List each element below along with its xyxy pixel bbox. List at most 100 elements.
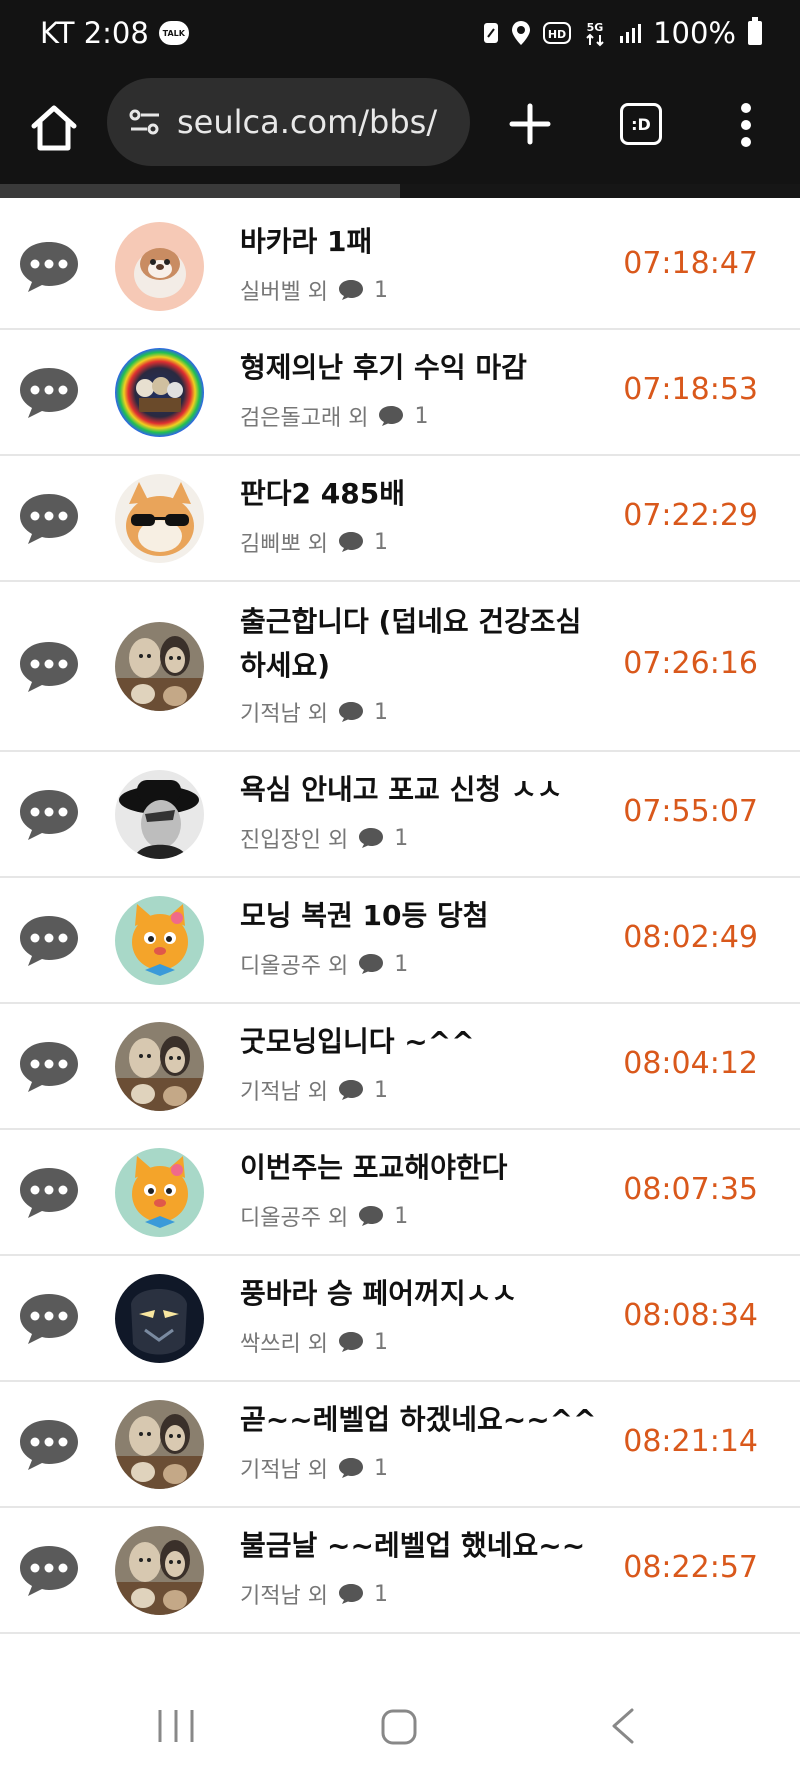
post-title[interactable]: 바카라 1패 <box>240 220 600 264</box>
post-author: 디올공주 외 <box>240 954 349 979</box>
comment-icon <box>338 532 363 552</box>
post-meta: 디올공주 외 1 <box>240 1200 408 1232</box>
post-author: 실버벨 외 <box>240 280 328 305</box>
avatar[interactable] <box>115 348 204 437</box>
post-title[interactable]: 이번주는 포교해야한다 <box>240 1146 600 1190</box>
avatar[interactable] <box>115 1274 204 1363</box>
comment-count: 1 <box>394 1203 409 1229</box>
post-title[interactable]: 굿모닝입니다 ~^^ <box>240 1020 600 1064</box>
comment-bubble-icon <box>16 638 82 694</box>
comment-icon <box>379 406 404 426</box>
post-time: 07:55:07 <box>623 794 758 829</box>
post-row[interactable]: 판다2 485배 김삐뽀 외 1 07:22:29 <box>0 456 800 582</box>
post-title[interactable]: 욕심 안내고 포교 신청 ㅅㅅ <box>240 768 600 812</box>
avatar[interactable] <box>115 622 204 711</box>
post-time: 08:22:57 <box>623 1550 758 1585</box>
comment-count: 1 <box>373 1455 388 1481</box>
post-title[interactable]: 불금날 ~~레벨업 했네요~~ <box>240 1524 600 1568</box>
post-row[interactable]: 이번주는 포교해야한다 디올공주 외 1 08:07:35 <box>0 1130 800 1256</box>
post-row[interactable]: 바카라 1패 실버벨 외 1 07:18:47 <box>0 204 800 330</box>
comment-icon <box>359 1206 384 1226</box>
comment-icon <box>338 1458 363 1478</box>
post-author: 진입장인 외 <box>240 828 349 853</box>
location-icon <box>512 21 531 45</box>
tab-switcher-button[interactable]: :D <box>620 103 662 145</box>
post-meta: 기적남 외 1 <box>240 1578 388 1610</box>
comment-icon <box>338 1584 363 1604</box>
post-meta: 디올공주 외 1 <box>240 948 408 980</box>
avatar[interactable] <box>115 474 204 563</box>
browser-toolbar: seulca.com/bbs/ :D <box>0 72 800 184</box>
avatar[interactable] <box>115 896 204 985</box>
new-tab-icon[interactable] <box>508 102 552 146</box>
post-list: 바카라 1패실버벨 외 1 07:18:47 형제의난 후기 수익 마감검은돌고래 외… <box>0 204 800 1674</box>
comment-count: 1 <box>394 951 409 977</box>
post-title[interactable]: 모닝 복권 10등 당첨 <box>240 894 600 938</box>
more-menu-icon[interactable] <box>736 100 756 150</box>
avatar[interactable] <box>115 1148 204 1237</box>
comment-count: 1 <box>373 1581 388 1607</box>
post-author: 기적남 외 <box>240 1080 328 1105</box>
post-meta: 검은돌고래 외 1 <box>240 400 428 432</box>
post-time: 08:08:34 <box>623 1298 758 1333</box>
post-time: 07:18:47 <box>623 246 758 281</box>
comment-icon <box>359 954 384 974</box>
comment-count: 1 <box>373 1329 388 1355</box>
battery-percent: 100% <box>653 16 736 50</box>
avatar[interactable] <box>115 1022 204 1111</box>
status-left: KT 2:08 TALK <box>40 16 189 50</box>
post-time: 07:18:53 <box>623 372 758 407</box>
comment-bubble-icon <box>16 364 82 420</box>
comment-icon <box>338 280 363 300</box>
post-row[interactable]: 곧~~레벨업 하겠네요~~^^ 기적남 외 1 08:21:14 <box>0 1382 800 1508</box>
5g-icon: 5G <box>586 21 604 47</box>
comment-icon <box>338 1332 363 1352</box>
recent-apps-icon[interactable] <box>156 1708 196 1744</box>
post-time: 07:26:16 <box>623 646 758 681</box>
post-row[interactable]: 모닝 복권 10등 당첨디올공주 외 1 08:02:49 <box>0 878 800 1004</box>
post-author: 검은돌고래 외 <box>240 406 369 431</box>
post-title[interactable]: 판다2 485배 <box>240 472 600 516</box>
carrier-time: KT 2:08 <box>40 16 149 50</box>
post-time: 08:02:49 <box>623 920 758 955</box>
post-title[interactable]: 출근합니다 (덥네요 건강조심하세요) <box>240 600 600 688</box>
avatar[interactable] <box>115 1400 204 1489</box>
comment-bubble-icon <box>16 238 82 294</box>
android-nav-bar <box>0 1674 800 1778</box>
home-icon[interactable] <box>26 100 82 156</box>
comment-icon <box>338 1080 363 1100</box>
post-row[interactable]: 불금날 ~~레벨업 했네요~~ 기적남 외 1 08:22:57 <box>0 1508 800 1634</box>
url-text[interactable]: seulca.com/bbs/ <box>177 103 462 141</box>
comment-count: 1 <box>414 403 429 429</box>
battery-icon <box>748 17 762 45</box>
address-bar[interactable]: seulca.com/bbs/ <box>107 78 470 166</box>
site-settings-icon[interactable] <box>125 102 165 142</box>
comment-bubble-icon <box>16 1416 82 1472</box>
post-title[interactable]: 풍바라 승 페어꺼지ㅅㅅ <box>240 1272 600 1316</box>
post-row[interactable]: 형제의난 후기 수익 마감검은돌고래 외 1 07:18:53 <box>0 330 800 456</box>
post-meta: 기적남 외 1 <box>240 696 388 728</box>
post-title[interactable]: 곧~~레벨업 하겠네요~~^^ <box>240 1398 600 1442</box>
post-time: 08:21:14 <box>623 1424 758 1459</box>
post-author: 김삐뽀 외 <box>240 532 328 557</box>
comment-bubble-icon <box>16 1038 82 1094</box>
post-row[interactable]: 굿모닝입니다 ~^^ 기적남 외 1 08:04:12 <box>0 1004 800 1130</box>
avatar[interactable] <box>115 222 204 311</box>
status-right: HD 5G 100% <box>483 16 762 50</box>
post-row[interactable]: 출근합니다 (덥네요 건강조심하세요) 기적남 외 1 07:26:16 <box>0 582 800 752</box>
post-row[interactable]: 욕심 안내고 포교 신청 ㅅㅅ 진입장인 외 1 07:55:07 <box>0 752 800 878</box>
post-meta: 기적남 외 1 <box>240 1074 388 1106</box>
status-bar: KT 2:08 TALK HD 5G 100% <box>0 0 800 72</box>
kakaotalk-notification-icon: TALK <box>158 21 189 45</box>
comment-count: 1 <box>373 699 388 725</box>
comment-bubble-icon <box>16 1542 82 1598</box>
svg-text:HD: HD <box>548 28 566 41</box>
avatar[interactable] <box>115 770 204 859</box>
back-icon[interactable] <box>608 1706 638 1746</box>
comment-bubble-icon <box>16 912 82 968</box>
comment-bubble-icon <box>16 490 82 546</box>
avatar[interactable] <box>115 1526 204 1615</box>
home-button-icon[interactable] <box>380 1708 418 1746</box>
post-row[interactable]: 풍바라 승 페어꺼지ㅅㅅ 싹쓰리 외 1 08:08:34 <box>0 1256 800 1382</box>
post-title[interactable]: 형제의난 후기 수익 마감 <box>240 346 600 390</box>
